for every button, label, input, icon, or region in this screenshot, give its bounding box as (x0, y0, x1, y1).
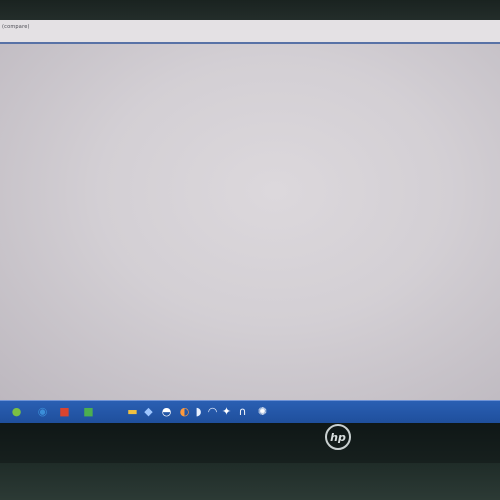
app-icon-orange[interactable]: ◐ (178, 405, 191, 418)
monitor-bottom-bezel (0, 423, 500, 463)
browser-icon[interactable]: ◉ (36, 405, 49, 418)
taskbar: ● ◉ ■ ■ ▬ ◆ ◓ ◐ ◗ ◠ ✦ ∩ ✺ (0, 400, 500, 423)
desk-surface (0, 463, 500, 500)
app-icon-white[interactable]: ◓ (160, 405, 173, 418)
window-titlebar[interactable]: (compare) (0, 20, 500, 42)
app-icon-light[interactable]: ◗ (192, 405, 205, 418)
start-orb-icon[interactable]: ● (10, 405, 23, 418)
app-icon-curve[interactable]: ◠ (206, 405, 219, 418)
app-icon-pinwheel[interactable]: ✦ (220, 405, 233, 418)
folder-icon[interactable]: ▬ (126, 405, 139, 418)
app-icon-blue[interactable]: ◆ (142, 405, 155, 418)
app-icon-arc[interactable]: ∩ (236, 405, 249, 418)
window-title: (compare) (2, 24, 30, 30)
app-icon-red[interactable]: ■ (58, 405, 71, 418)
monitor-screen: (compare) (0, 20, 500, 400)
document-area[interactable] (0, 44, 500, 400)
settings-icon[interactable]: ✺ (256, 405, 269, 418)
hp-logo: hp (325, 424, 351, 450)
monitor-top-bezel (0, 0, 500, 20)
app-icon-green[interactable]: ■ (82, 405, 95, 418)
